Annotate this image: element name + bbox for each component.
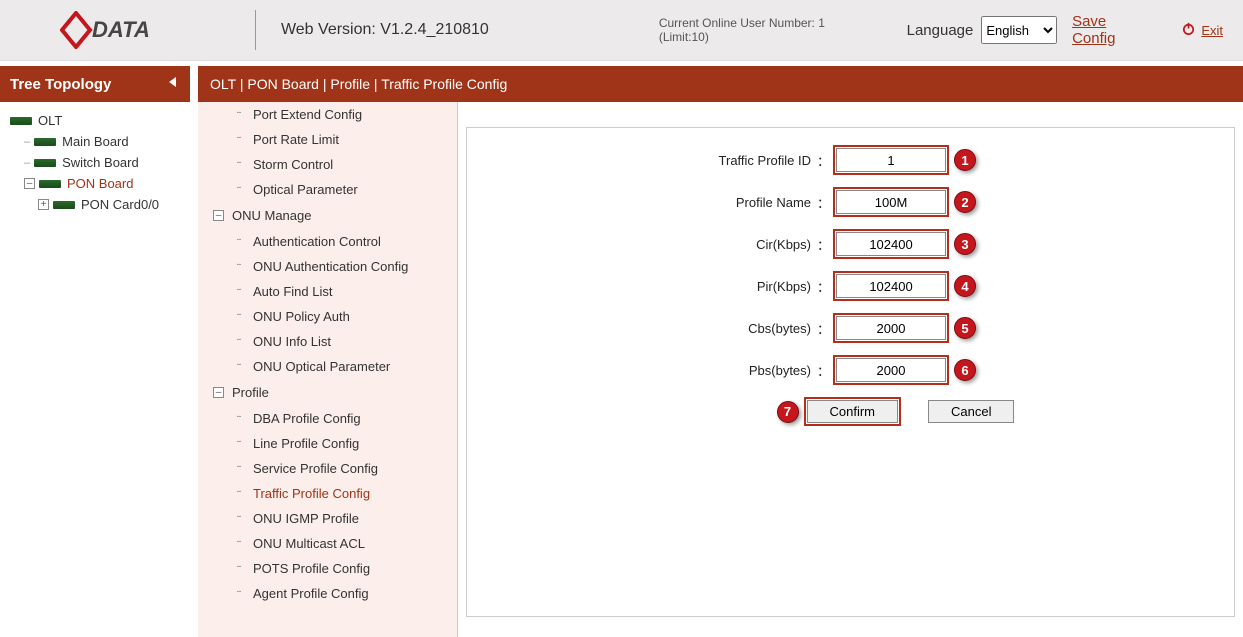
row-pir: Pir(Kbps) ： 4 xyxy=(467,274,1234,298)
board-icon xyxy=(34,159,56,167)
board-icon xyxy=(39,180,61,188)
menu-item[interactable]: Service Profile Config xyxy=(198,456,457,481)
badge-4: 4 xyxy=(954,275,976,297)
tree-header: Tree Topology xyxy=(0,66,190,102)
exit-button[interactable]: Exit xyxy=(1181,21,1223,39)
board-icon xyxy=(34,138,56,146)
badge-5: 5 xyxy=(954,317,976,339)
menu-item-traffic-profile[interactable]: Traffic Profile Config xyxy=(198,481,457,506)
input-pbs[interactable] xyxy=(836,358,946,382)
power-icon xyxy=(1181,21,1196,39)
breadcrumb: OLT | PON Board | Profile | Traffic Prof… xyxy=(198,66,1243,102)
button-row: 7 Confirm Cancel xyxy=(557,400,1234,423)
menu-item[interactable]: ONU IGMP Profile xyxy=(198,506,457,531)
input-cir[interactable] xyxy=(836,232,946,256)
label-pir: Pir(Kbps) xyxy=(467,279,817,294)
web-version: Web Version: V1.2.4_210810 xyxy=(281,21,489,39)
tree-node-olt[interactable]: OLT xyxy=(10,110,184,131)
menu-item[interactable]: ONU Info List xyxy=(198,329,457,354)
tree-node-switch-board[interactable]: – Switch Board xyxy=(24,152,184,173)
menu-item[interactable]: Line Profile Config xyxy=(198,431,457,456)
tree-node-pon-board[interactable]: – PON Board xyxy=(24,173,184,194)
board-icon xyxy=(10,117,32,125)
label-pbs: Pbs(bytes) xyxy=(467,363,817,378)
badge-1: 1 xyxy=(954,149,976,171)
row-profile-name: Profile Name ： 2 xyxy=(467,190,1234,214)
badge-3: 3 xyxy=(954,233,976,255)
label-cir: Cir(Kbps) xyxy=(467,237,817,252)
menu-inner: Port Extend Config Port Rate Limit Storm… xyxy=(198,102,457,606)
confirm-button[interactable]: Confirm xyxy=(807,400,899,423)
main: Tree Topology OLT – Main Board – Switch … xyxy=(0,61,1243,637)
save-config-link[interactable]: Save Config xyxy=(1072,13,1151,47)
menu-item[interactable]: Authentication Control xyxy=(198,229,457,254)
plus-icon[interactable]: + xyxy=(38,199,49,210)
row-traffic-profile-id: Traffic Profile ID ： 1 xyxy=(467,148,1234,172)
tree-panel: Tree Topology OLT – Main Board – Switch … xyxy=(0,61,190,637)
header-bar: DATA Web Version: V1.2.4_210810 Current … xyxy=(0,0,1243,61)
form-column: Traffic Profile ID ： 1 Profile Name ： 2 … xyxy=(458,102,1243,637)
tree-title: Tree Topology xyxy=(10,76,111,93)
badge-6: 6 xyxy=(954,359,976,381)
svg-text:DATA: DATA xyxy=(92,17,150,42)
menu-item[interactable]: ONU Optical Parameter xyxy=(198,354,457,379)
cancel-button[interactable]: Cancel xyxy=(928,400,1014,423)
tree-node-pon-card[interactable]: + PON Card0/0 xyxy=(38,194,184,215)
content-row: Port Extend Config Port Rate Limit Storm… xyxy=(198,102,1243,637)
badge-7: 7 xyxy=(777,401,799,423)
menu-item[interactable]: ONU Multicast ACL xyxy=(198,531,457,556)
label-profile-name: Profile Name xyxy=(467,195,817,210)
row-cir: Cir(Kbps) ： 3 xyxy=(467,232,1234,256)
menu-item[interactable]: ONU Policy Auth xyxy=(198,304,457,329)
tree-node-main-board[interactable]: – Main Board xyxy=(24,131,184,152)
right-panel: OLT | PON Board | Profile | Traffic Prof… xyxy=(198,66,1243,637)
input-cbs[interactable] xyxy=(836,316,946,340)
collapse-icon[interactable] xyxy=(166,75,180,93)
menu-group-profile[interactable]: – Profile xyxy=(198,379,457,406)
minus-icon[interactable]: – xyxy=(24,178,35,189)
menu-item[interactable]: Optical Parameter xyxy=(198,177,457,202)
row-cbs: Cbs(bytes) ： 5 xyxy=(467,316,1234,340)
label-cbs: Cbs(bytes) xyxy=(467,321,817,336)
menu-item[interactable]: Port Extend Config xyxy=(198,102,457,127)
exit-label: Exit xyxy=(1201,23,1223,38)
tree-body: OLT – Main Board – Switch Board – PON Bo… xyxy=(0,102,190,637)
menu-item[interactable]: Agent Profile Config xyxy=(198,581,457,606)
menu-item[interactable]: POTS Profile Config xyxy=(198,556,457,581)
menu-item[interactable]: Auto Find List xyxy=(198,279,457,304)
logo: DATA xyxy=(60,11,195,49)
minus-icon[interactable]: – xyxy=(213,210,224,221)
badge-2: 2 xyxy=(954,191,976,213)
form-box: Traffic Profile ID ： 1 Profile Name ： 2 … xyxy=(466,127,1235,617)
menu-column[interactable]: Port Extend Config Port Rate Limit Storm… xyxy=(198,102,458,637)
input-pir[interactable] xyxy=(836,274,946,298)
minus-icon[interactable]: – xyxy=(213,387,224,398)
language-label: Language xyxy=(907,22,974,39)
board-icon xyxy=(53,201,75,209)
label-traffic-profile-id: Traffic Profile ID xyxy=(467,153,817,168)
input-traffic-profile-id[interactable] xyxy=(836,148,946,172)
menu-group-onu[interactable]: – ONU Manage xyxy=(198,202,457,229)
menu-item[interactable]: Storm Control xyxy=(198,152,457,177)
menu-item[interactable]: Port Rate Limit xyxy=(198,127,457,152)
row-pbs: Pbs(bytes) ： 6 xyxy=(467,358,1234,382)
menu-item[interactable]: ONU Authentication Config xyxy=(198,254,457,279)
confirm-wrap: 7 Confirm xyxy=(777,400,899,423)
input-profile-name[interactable] xyxy=(836,190,946,214)
language-select[interactable]: English xyxy=(981,16,1057,44)
online-user-count: Current Online User Number: 1 (Limit:10) xyxy=(659,16,872,44)
menu-item[interactable]: DBA Profile Config xyxy=(198,406,457,431)
header-divider xyxy=(255,10,256,50)
